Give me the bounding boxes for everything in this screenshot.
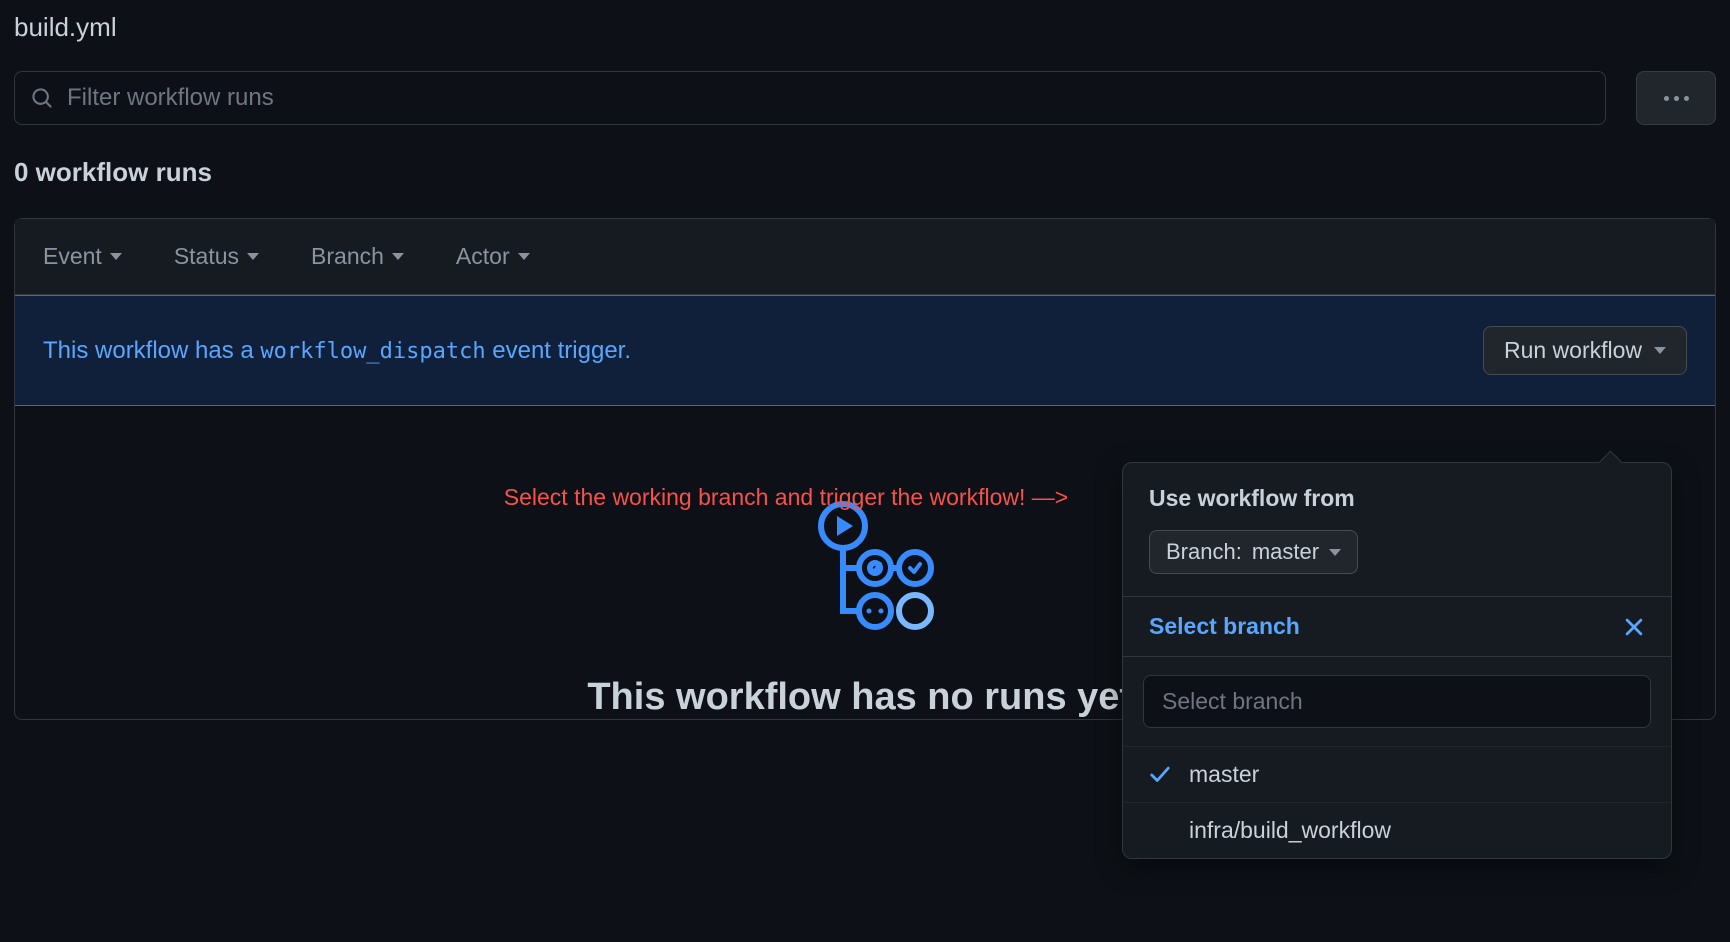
empty-heading: This workflow has no runs yet. [587,676,1142,719]
filter-event-label: Event [43,243,102,270]
branch-select-title: Select branch [1149,613,1300,640]
run-workflow-button[interactable]: Run workflow [1483,326,1687,375]
branch-search-input[interactable] [1143,675,1651,728]
check-icon [1149,764,1171,786]
caret-down-icon [110,253,122,260]
close-icon[interactable] [1623,616,1645,638]
caret-down-icon [1654,347,1666,354]
page-title: build.yml [14,12,1716,43]
caret-down-icon [518,253,530,260]
dispatch-banner: This workflow has a workflow_dispatch ev… [15,295,1715,406]
branch-search-wrap [1123,657,1671,746]
search-icon [31,87,53,109]
kebab-menu-button[interactable] [1636,71,1716,125]
branch-select-panel: Select branch master infra/build_workflo… [1123,596,1671,858]
popover-top-section: Use workflow from Branch: master [1123,463,1671,596]
dispatch-code: workflow_dispatch [260,339,485,364]
dispatch-text: This workflow has a workflow_dispatch ev… [43,337,631,365]
caret-down-icon [247,253,259,260]
branch-selector-button[interactable]: Branch: master [1149,530,1358,574]
caret-down-icon [392,253,404,260]
filter-branch[interactable]: Branch [311,243,404,270]
branch-item-infra-build-workflow[interactable]: infra/build_workflow [1123,803,1671,858]
run-workflow-popover: Use workflow from Branch: master Select … [1122,462,1672,859]
branch-prefix: Branch: [1166,539,1242,565]
branch-value: master [1252,539,1319,565]
branch-item-master[interactable]: master [1123,747,1671,803]
dispatch-suffix: event trigger. [486,337,631,364]
filter-actor[interactable]: Actor [456,243,530,270]
branch-list: master infra/build_workflow [1123,746,1671,858]
kebab-icon [1664,96,1689,101]
annotation-text: Select the working branch and trigger th… [504,484,1068,511]
filter-actor-label: Actor [456,243,510,270]
caret-down-icon [1329,549,1341,556]
filter-bar: Event Status Branch Actor [15,219,1715,295]
search-input[interactable] [67,84,1589,112]
filter-event[interactable]: Event [43,243,122,270]
branch-name: infra/build_workflow [1189,817,1391,844]
branch-name: master [1189,761,1259,788]
popover-label: Use workflow from [1149,485,1645,512]
branch-select-header: Select branch [1123,597,1671,657]
filter-status-label: Status [174,243,239,270]
runs-count-label: 0 workflow runs [14,157,1716,188]
filter-branch-label: Branch [311,243,384,270]
filter-status[interactable]: Status [174,243,259,270]
run-workflow-label: Run workflow [1504,337,1642,364]
search-row [14,71,1716,125]
workflow-icon [795,496,935,636]
check-slot [1149,764,1189,786]
search-container[interactable] [14,71,1606,125]
dispatch-prefix: This workflow has a [43,337,260,364]
